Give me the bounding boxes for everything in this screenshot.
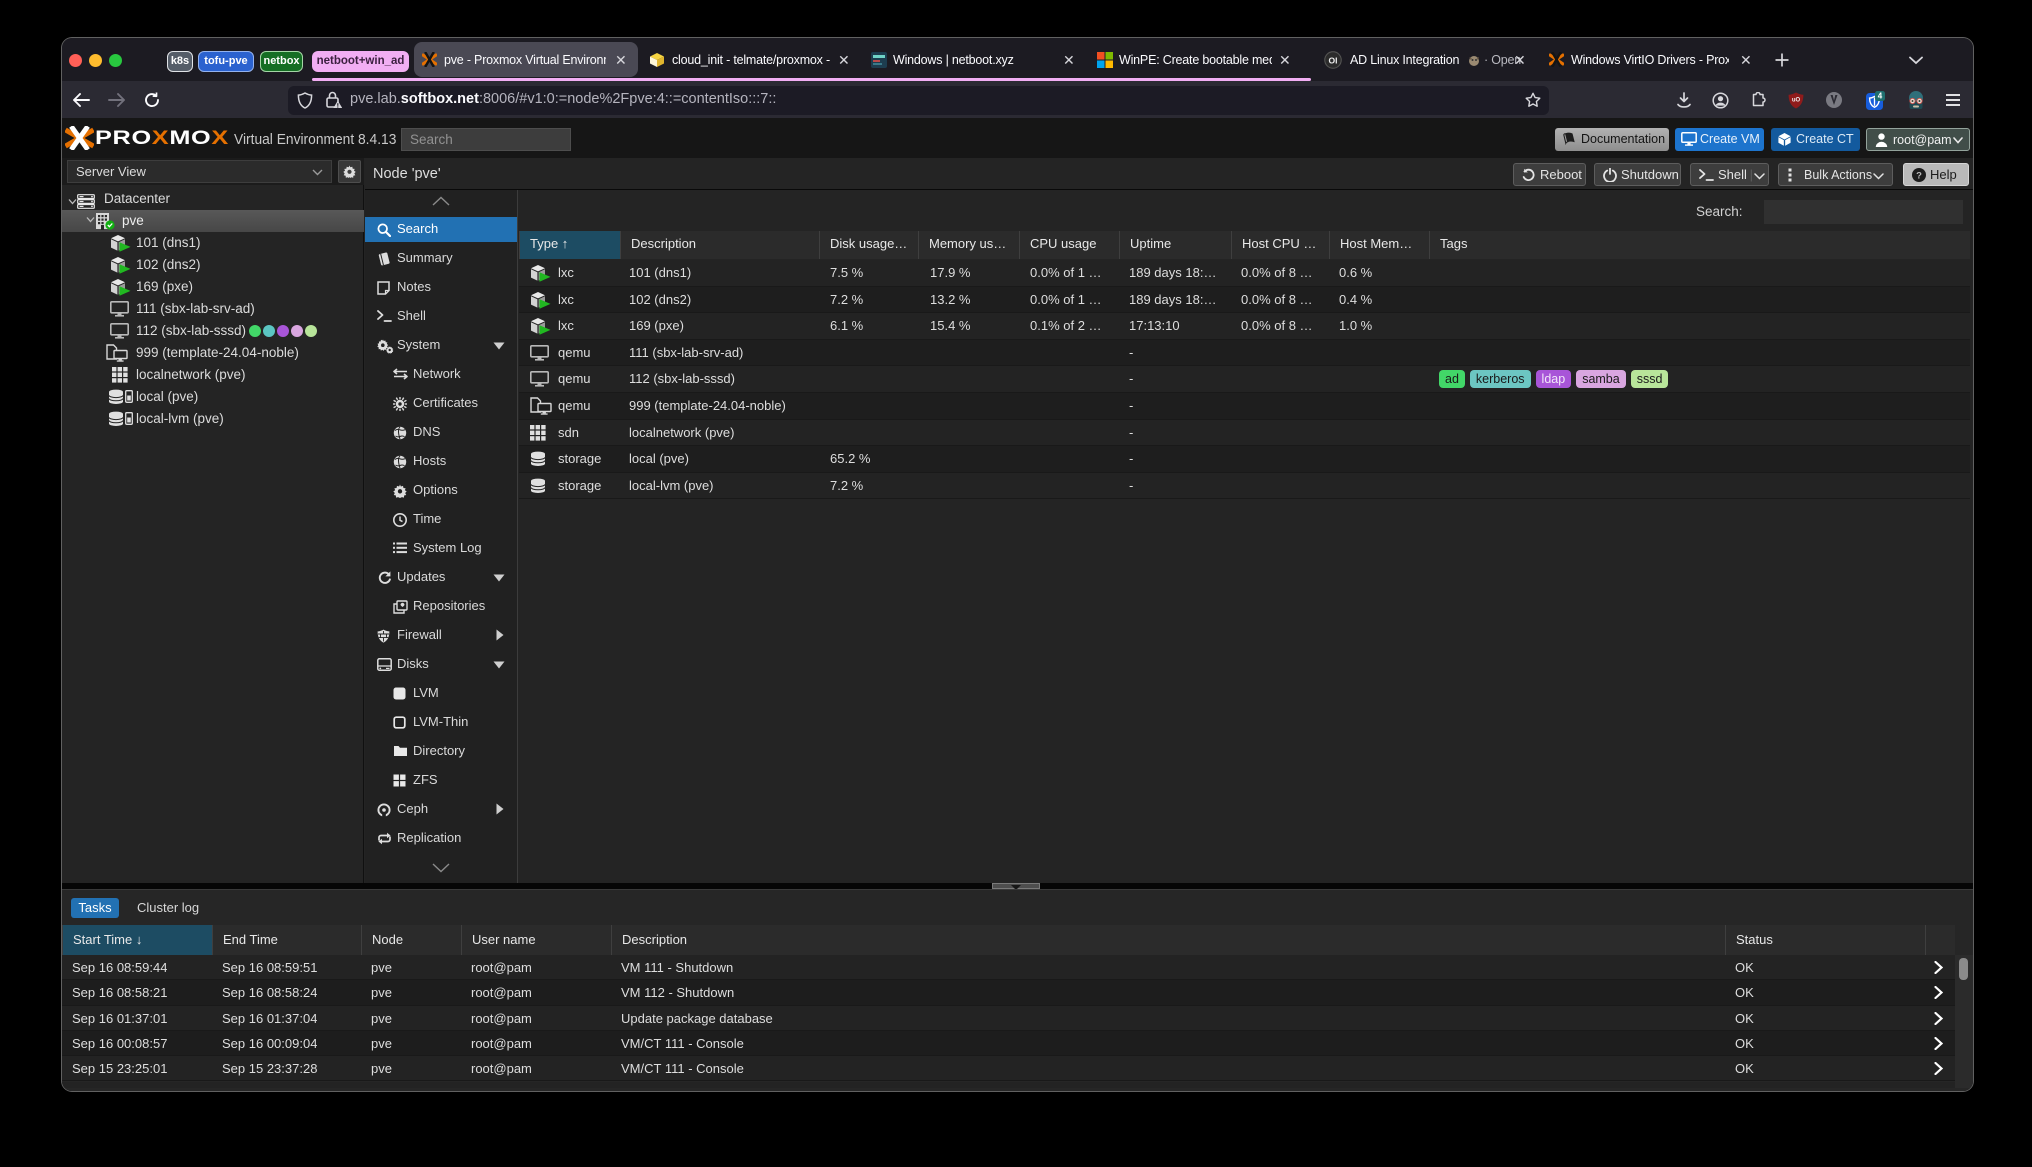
svg-text:uO: uO [1792,98,1801,104]
svg-text:OI: OI [1329,56,1338,66]
svg-text:4: 4 [1878,92,1883,101]
svg-text:?: ? [1916,170,1922,181]
